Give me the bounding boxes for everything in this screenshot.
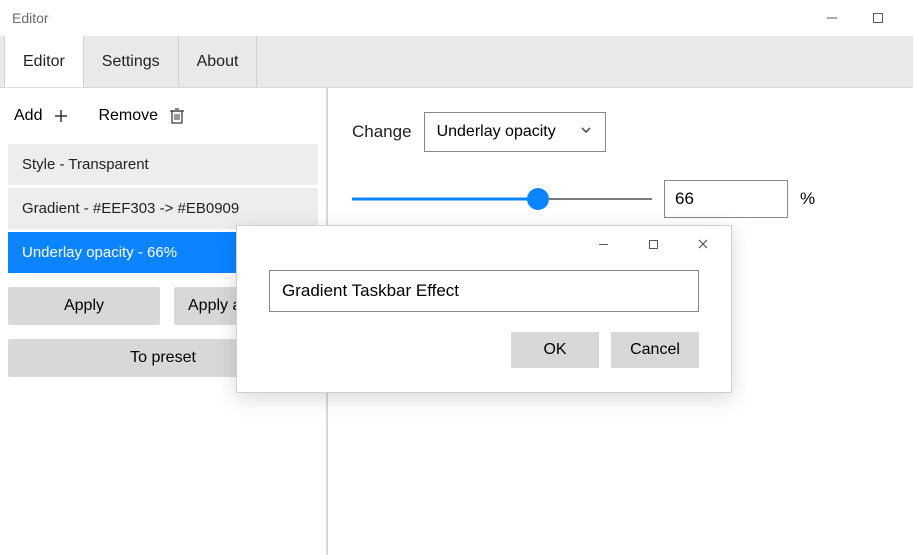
preset-name-dialog: OK Cancel — [236, 225, 732, 393]
change-label: Change — [352, 122, 412, 142]
percent-label: % — [800, 189, 815, 209]
tab-settings[interactable]: Settings — [84, 36, 179, 87]
window-maximize-button[interactable] — [855, 0, 901, 36]
plus-icon — [52, 107, 70, 125]
list-item[interactable]: Style - Transparent — [8, 144, 318, 185]
sidebar-toolbar: Add Remove — [0, 96, 326, 136]
slider-row: % — [352, 180, 889, 218]
slider-track-empty — [538, 198, 652, 200]
minimize-icon — [598, 239, 609, 250]
tab-about[interactable]: About — [179, 36, 258, 87]
apply-button[interactable]: Apply — [8, 287, 160, 325]
cancel-button[interactable]: Cancel — [611, 332, 699, 368]
window-title: Editor — [12, 10, 809, 26]
tab-bar: Editor Settings About — [0, 36, 913, 88]
preset-name-input[interactable] — [269, 270, 699, 312]
opacity-input[interactable] — [664, 180, 788, 218]
maximize-icon — [648, 239, 659, 250]
opacity-slider[interactable] — [352, 188, 652, 210]
list-item[interactable]: Gradient - #EEF303 -> #EB0909 — [8, 185, 318, 229]
dialog-maximize-button[interactable] — [631, 229, 675, 259]
close-icon — [697, 238, 709, 250]
tab-editor[interactable]: Editor — [4, 36, 84, 87]
add-button[interactable]: Add — [14, 107, 70, 125]
slider-track-filled — [352, 198, 538, 201]
change-row: Change Underlay opacity — [352, 112, 889, 152]
dropdown-value: Underlay opacity — [437, 123, 556, 141]
dialog-close-button[interactable] — [681, 229, 725, 259]
change-dropdown[interactable]: Underlay opacity — [424, 112, 606, 152]
dialog-titlebar — [237, 226, 731, 262]
slider-thumb[interactable] — [527, 188, 549, 210]
dialog-actions: OK Cancel — [269, 332, 699, 368]
window-minimize-button[interactable] — [809, 0, 855, 36]
remove-label: Remove — [98, 107, 158, 125]
dialog-minimize-button[interactable] — [581, 229, 625, 259]
trash-icon — [168, 107, 186, 125]
chevron-down-icon — [579, 123, 593, 142]
ok-button[interactable]: OK — [511, 332, 599, 368]
dialog-body: OK Cancel — [237, 262, 731, 392]
remove-button[interactable]: Remove — [98, 107, 186, 125]
minimize-icon — [826, 12, 838, 24]
add-label: Add — [14, 107, 42, 125]
maximize-icon — [872, 12, 884, 24]
window-titlebar: Editor — [0, 0, 913, 36]
